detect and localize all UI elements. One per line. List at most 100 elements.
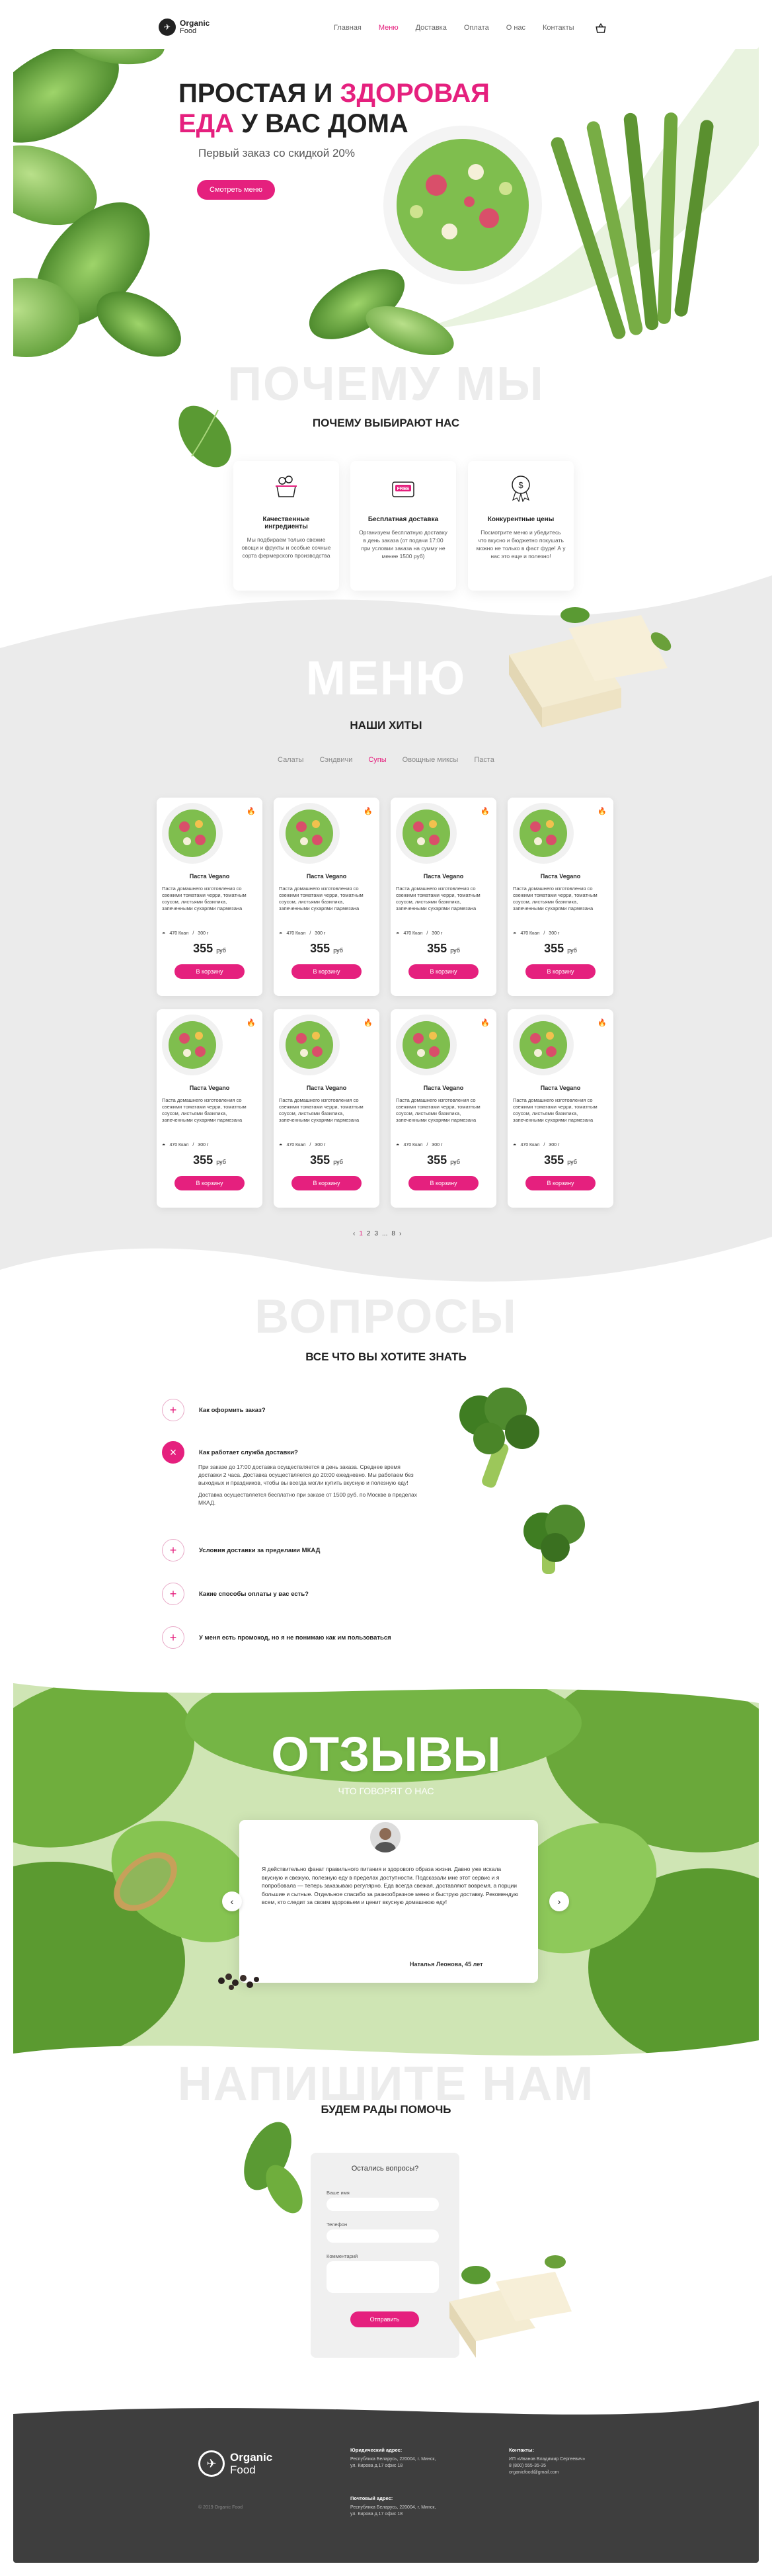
faq-question[interactable]: Как оформить заказ?: [199, 1407, 266, 1414]
dish-name: Паста Vegano: [423, 1085, 464, 1091]
tab-salads[interactable]: Салаты: [278, 756, 303, 764]
dish-name: Паста Vegano: [189, 873, 230, 880]
avatar: [368, 1820, 403, 1854]
fire-icon: 🔥: [364, 1019, 373, 1027]
nav-item-home[interactable]: Главная: [334, 24, 362, 32]
dish-currency: руб: [216, 947, 226, 954]
comment-field[interactable]: [327, 2261, 439, 2293]
hero-title-accent1: ЗДОРОВАЯ: [340, 79, 490, 108]
hero-title: ПРОСТАЯ И ЗДОРОВАЯ ЕДА У ВАС ДОМА: [178, 78, 496, 139]
dish-price-value: 355: [193, 1153, 213, 1167]
dish-currency: руб: [450, 947, 460, 954]
add-to-cart-button[interactable]: В корзину: [525, 1176, 596, 1190]
dish-meta: ◓ 470 Ккал/300 г: [396, 930, 443, 936]
footer-contacts: Контакты: ИП «Иванов Владимир Сергеевич»…: [509, 2447, 615, 2476]
dish-image: [279, 1015, 340, 1075]
menu-card: 🔥 Паста Vegano Паста домашнего изготовлени…: [274, 1009, 379, 1208]
send-button[interactable]: Отправить: [350, 2311, 419, 2327]
bowl-icon: ◓: [396, 930, 400, 936]
nav-item-about[interactable]: О нас: [506, 24, 525, 32]
add-to-cart-button[interactable]: В корзину: [525, 964, 596, 979]
faq-item[interactable]: + Как оформить заказ?: [162, 1397, 266, 1423]
why-card-title: Качественные ингредиенты: [262, 516, 310, 530]
contacts-phone[interactable]: 8 (800) 555-35-35: [509, 2463, 615, 2470]
dish-weight: 300 г: [315, 931, 326, 936]
footer-wave: [13, 2394, 759, 2415]
faq-question[interactable]: Как работает служба доставки?: [199, 1449, 298, 1456]
add-to-cart-button[interactable]: В корзину: [291, 964, 362, 979]
svg-text:FREE: FREE: [397, 487, 410, 491]
avatar-photo: [375, 1828, 396, 1852]
review-text: Я действительно фанат правильного питани…: [262, 1866, 519, 1905]
post-address-text: Республика Беларусь, 220004, г. Минск, у…: [350, 2505, 436, 2516]
menu-card: 🔥 Паста Vegano Паста домашнего изготовлени…: [391, 1009, 496, 1208]
dish-price-value: 355: [427, 1153, 447, 1167]
dish-calories: 470 Ккал: [403, 1142, 423, 1147]
name-field[interactable]: [327, 2198, 439, 2211]
nav-item-menu[interactable]: Меню: [379, 24, 399, 32]
dish-price-value: 355: [310, 942, 330, 955]
view-menu-button[interactable]: Смотреть меню: [197, 180, 275, 200]
pager-page-8[interactable]: 8: [391, 1230, 395, 1237]
close-icon[interactable]: ×: [162, 1441, 184, 1464]
nav-item-payment[interactable]: Оплата: [464, 24, 489, 32]
dish-image: [396, 803, 457, 864]
faq-item[interactable]: + У меня есть промокод, но я не понимаю …: [162, 1624, 391, 1651]
faq-item[interactable]: + Какие способы оплаты у вас есть?: [162, 1581, 309, 1607]
pager-page-1[interactable]: 1: [359, 1230, 363, 1237]
dish-description: Паста домашнего изготовления со свежими …: [279, 1097, 364, 1123]
tab-veggie-mixes[interactable]: Овощные миксы: [403, 756, 459, 764]
dish-description: Паста домашнего изготовления со свежими …: [279, 886, 364, 911]
tab-sandwiches[interactable]: Сэндвичи: [319, 756, 352, 764]
why-card-text: Мы подбираем только свежие овощи и фрукт…: [241, 536, 331, 559]
logo[interactable]: ✈ Organic Food: [159, 19, 210, 36]
pager-page-3[interactable]: 3: [374, 1230, 378, 1237]
basket-icon[interactable]: [595, 22, 607, 34]
add-to-cart-button[interactable]: В корзину: [291, 1176, 362, 1190]
dish-image: [396, 1015, 457, 1075]
dish-weight: 300 г: [432, 1142, 443, 1147]
footer: [13, 2394, 759, 2563]
svg-text:$: $: [518, 480, 523, 490]
tab-soups[interactable]: Супы: [368, 756, 386, 764]
add-to-cart-button[interactable]: В корзину: [408, 964, 479, 979]
dish-price-value: 355: [544, 1153, 564, 1167]
add-to-cart-button[interactable]: В корзину: [174, 1176, 245, 1190]
plus-icon[interactable]: +: [162, 1399, 184, 1421]
nav-item-delivery[interactable]: Доставка: [416, 24, 447, 32]
contacts-email[interactable]: organicfood@gmail.com: [509, 2470, 615, 2476]
dish-meta: ◓ 470 Ккал/300 г: [279, 930, 326, 936]
plus-icon[interactable]: +: [162, 1626, 184, 1649]
footer-logo[interactable]: ✈ Organic Food: [198, 2450, 272, 2477]
bowl-icon: ◓: [513, 930, 517, 936]
faq-question[interactable]: Условия доставки за пределами МКАД: [199, 1547, 320, 1554]
nav-item-contacts[interactable]: Контакты: [543, 24, 574, 32]
bowl-icon: ◓: [513, 1142, 517, 1148]
chevron-left-icon[interactable]: ‹: [222, 1891, 242, 1911]
faq-question[interactable]: Какие способы оплаты у вас есть?: [199, 1591, 309, 1598]
plus-icon[interactable]: +: [162, 1583, 184, 1605]
legal-address-text: Республика Беларусь, 220004, г. Минск, у…: [350, 2457, 436, 2468]
add-to-cart-button[interactable]: В корзину: [174, 964, 245, 979]
faq-question[interactable]: У меня есть промокод, но я не понимаю ка…: [199, 1634, 391, 1641]
dish-price-value: 355: [427, 942, 447, 955]
chevron-right-icon[interactable]: ›: [549, 1891, 569, 1911]
dish-image: [513, 803, 574, 864]
plus-icon[interactable]: +: [162, 1539, 184, 1561]
pager-page-2[interactable]: 2: [367, 1230, 371, 1237]
dish-price: 355 руб: [274, 1153, 379, 1167]
tab-pasta[interactable]: Паста: [474, 756, 494, 764]
contacts-title: Контакты:: [509, 2447, 534, 2453]
logo-line2: Food: [180, 27, 197, 35]
pager-prev[interactable]: ‹: [353, 1230, 355, 1237]
phone-field[interactable]: [327, 2229, 439, 2243]
bowl-icon: ◓: [162, 930, 166, 936]
dish-weight: 300 г: [198, 931, 209, 936]
hero-background: [13, 13, 759, 364]
faq-item-open[interactable]: × Как работает служба доставки?: [162, 1439, 298, 1466]
faq-item[interactable]: + Условия доставки за пределами МКАД: [162, 1537, 320, 1563]
pager-next[interactable]: ›: [399, 1230, 401, 1237]
add-to-cart-button[interactable]: В корзину: [408, 1176, 479, 1190]
page: ✈ Organic Food Главная Меню Доставка Опла…: [0, 0, 772, 2576]
dish-description: Паста домашнего изготовления со свежими …: [396, 886, 481, 911]
